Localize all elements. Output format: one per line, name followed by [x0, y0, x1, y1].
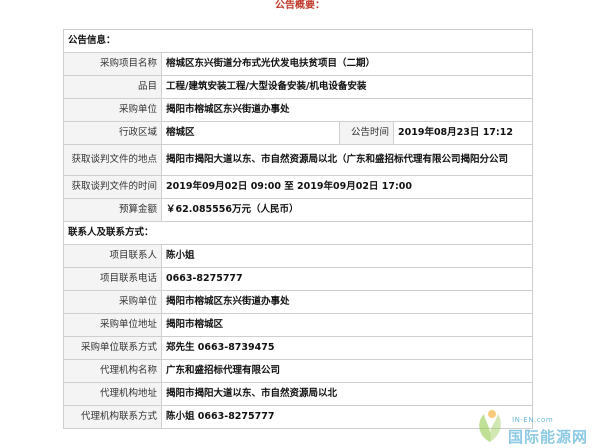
region-label: 行政区域: [63, 121, 162, 145]
table-row: 行政区域 榕城区 公告时间 2019年08月23日 17:12: [63, 121, 534, 145]
publish-time-value: 2019年08月23日 17:12: [392, 121, 534, 145]
table-row: 采购单位联系方式 郑先生 0663-8739475: [63, 336, 534, 360]
table-row: 预算金额 ￥62.085556万元（人民币）: [63, 198, 534, 222]
agency-contact-label: 代理机构联系方式: [63, 405, 162, 429]
budget-label: 预算金额: [63, 198, 162, 222]
purchaser-contact-label: 采购单位联系方式: [63, 336, 162, 360]
watermark-url: IN-EN.com: [512, 416, 554, 424]
contact-purchaser-label: 采购单位: [63, 290, 162, 314]
purchaser-address-label: 采购单位地址: [63, 313, 162, 337]
table-row: 项目联系电话 0663-8275777: [63, 267, 534, 291]
category-label: 品目: [63, 75, 162, 99]
doc-location-label: 获取谈判文件的地点: [63, 144, 162, 176]
agency-address-label: 代理机构地址: [63, 382, 162, 406]
agency-name-value: 广东和盛招标代理有限公司: [160, 359, 534, 383]
leaf-logo-icon: [479, 410, 501, 442]
announcement-table: 公告信息： 采购项目名称 榕城区东兴街道分布式光伏发电扶贫项目（二期） 品目 工…: [62, 29, 534, 429]
watermark: IN-EN.com 国际能源网: [470, 398, 600, 448]
table-row: 获取谈判文件的地点 揭阳市揭阳大道以东、市自然资源局以北（广东和盛招标代理有限公…: [63, 144, 534, 176]
category-value: 工程/建筑安装工程/大型设备安装/机电设备安装: [160, 75, 534, 99]
page-title: 公告概要：: [275, 0, 325, 11]
project-name-label: 采购项目名称: [63, 52, 162, 76]
project-contact-value: 陈小姐: [160, 244, 534, 268]
project-phone-label: 项目联系电话: [63, 267, 162, 291]
section-announcement-info: 公告信息：: [62, 29, 534, 53]
doc-time-label: 获取谈判文件的时间: [63, 175, 162, 199]
table-row: 采购单位地址 揭阳市榕城区: [63, 313, 534, 337]
table-row: 采购项目名称 榕城区东兴街道分布式光伏发电扶贫项目（二期）: [63, 52, 534, 76]
table-row: 项目联系人 陈小姐: [63, 244, 534, 268]
agency-name-label: 代理机构名称: [63, 359, 162, 383]
section-contact-info: 联系人及联系方式：: [62, 221, 534, 245]
table-row: 获取谈判文件的时间 2019年09月02日 09:00 至 2019年09月02…: [63, 175, 534, 199]
watermark-name: 国际能源网: [508, 428, 589, 446]
table-row: 代理机构名称 广东和盛招标代理有限公司: [63, 359, 534, 383]
budget-value: ￥62.085556万元（人民币）: [160, 198, 534, 222]
publish-time-label: 公告时间: [339, 121, 394, 145]
project-phone-value: 0663-8275777: [160, 267, 534, 291]
table-row: 品目 工程/建筑安装工程/大型设备安装/机电设备安装: [63, 75, 534, 99]
purchaser-value: 揭阳市榕城区东兴街道办事处: [160, 98, 534, 122]
section-row-announcement: 公告信息：: [62, 29, 534, 53]
purchaser-contact-value: 郑先生 0663-8739475: [160, 336, 534, 360]
table-row: 采购单位 揭阳市榕城区东兴街道办事处: [63, 98, 534, 122]
project-name-value: 榕城区东兴街道分布式光伏发电扶贫项目（二期）: [160, 52, 534, 76]
doc-location-value: 揭阳市揭阳大道以东、市自然资源局以北（广东和盛招标代理有限公司揭阳分公司: [160, 144, 534, 176]
purchaser-address-value: 揭阳市榕城区: [160, 313, 534, 337]
contact-purchaser-value: 揭阳市榕城区东兴街道办事处: [160, 290, 534, 314]
section-row-contacts: 联系人及联系方式：: [62, 221, 534, 245]
doc-time-value: 2019年09月02日 09:00 至 2019年09月02日 17:00: [160, 175, 534, 199]
table-row: 代理机构地址 揭阳市揭阳大道以东、市自然资源局以北: [63, 382, 534, 406]
project-contact-label: 项目联系人: [63, 244, 162, 268]
table-row: 采购单位 揭阳市榕城区东兴街道办事处: [63, 290, 534, 314]
table-row: 代理机构联系方式 陈小姐 0663-8275777: [63, 405, 534, 429]
purchaser-label: 采购单位: [63, 98, 162, 122]
region-value: 榕城区: [161, 121, 340, 145]
